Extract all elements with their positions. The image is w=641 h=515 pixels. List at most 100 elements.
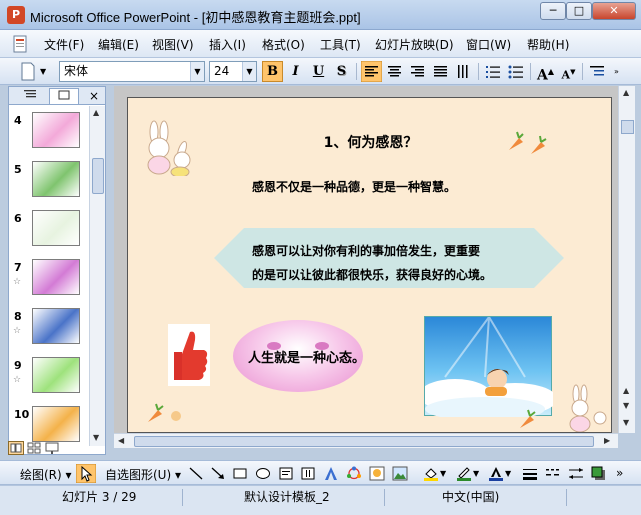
slide-title[interactable]: 1、何为感恩？ (128, 132, 611, 152)
slide-thumbnail[interactable] (32, 357, 80, 393)
slide-thumbnail-row[interactable]: 8 ☆ (9, 308, 89, 354)
scroll-thumb[interactable] (134, 436, 594, 447)
chevron-down-icon[interactable]: ▼ (440, 469, 446, 478)
bullet-list-icon[interactable] (506, 61, 527, 82)
scroll-up-icon[interactable]: ▲ (93, 108, 99, 117)
menu-file[interactable]: 文件(F) (44, 36, 84, 53)
slide-thumbnail[interactable] (32, 406, 80, 442)
draw-menu-button[interactable]: 绘图(R) ▾ (20, 466, 72, 483)
italic-button[interactable]: I (285, 61, 306, 82)
oval-text[interactable]: 人生就是一种心态。 (248, 347, 365, 366)
bold-button[interactable]: B (262, 61, 283, 82)
slide-horizontal-scrollbar[interactable]: ◀ ▶ (114, 433, 618, 448)
slide-thumbnail-row[interactable]: 6 (9, 210, 89, 256)
insert-picture-icon[interactable] (392, 466, 408, 481)
normal-view-icon[interactable] (8, 441, 24, 455)
font-color-icon[interactable] (488, 466, 504, 481)
underline-button[interactable]: U (308, 61, 329, 82)
scroll-down-icon[interactable]: ▼ (623, 418, 629, 427)
font-size-select[interactable]: 24 ▼ (209, 61, 257, 82)
slide-text-line[interactable]: 感恩可以让对你有利的事加倍发生，更重要 (252, 242, 480, 259)
line-tool-icon[interactable] (188, 466, 204, 481)
rectangle-tool-icon[interactable] (232, 466, 248, 481)
slide-thumbnail-row[interactable]: 9 ☆ (9, 357, 89, 403)
wordart-icon[interactable] (323, 466, 339, 481)
document-icon[interactable] (13, 35, 27, 53)
scroll-thumb[interactable] (92, 158, 104, 194)
slide-thumbnail-row[interactable]: 5 (9, 161, 89, 207)
chevron-down-icon[interactable]: ▼ (40, 61, 50, 82)
shrink-font-button[interactable]: A▼ (558, 61, 579, 82)
next-slide-icon[interactable]: ▼ (623, 401, 629, 410)
menu-tools[interactable]: 工具(T) (320, 36, 361, 53)
title-bar: P Microsoft Office PowerPoint - [初中感恩教育主… (0, 0, 641, 30)
chevron-down-icon[interactable]: ▼ (505, 469, 511, 478)
toolbar-options-icon[interactable]: » (614, 61, 624, 82)
shadow-button[interactable]: S (331, 61, 352, 82)
slide-text-line[interactable]: 的是可以让彼此都很快乐，获得良好的心境。 (252, 266, 492, 283)
grow-font-label: A (536, 67, 548, 84)
scroll-right-icon[interactable]: ▶ (604, 436, 610, 445)
oval-tool-icon[interactable] (255, 466, 271, 481)
slides-tab[interactable] (49, 88, 79, 104)
scroll-up-icon[interactable]: ▲ (623, 88, 629, 97)
slide-thumbnail[interactable] (32, 259, 80, 295)
text-box-icon[interactable] (278, 466, 294, 481)
slide-vertical-scrollbar[interactable]: ▲ ▲ ▼ ▼ (618, 86, 635, 433)
arrow-style-icon[interactable] (568, 466, 584, 481)
grow-font-button[interactable]: A▲ (535, 61, 556, 84)
slide-thumbnail[interactable] (32, 308, 80, 344)
chevron-down-icon[interactable]: ▼ (473, 469, 479, 478)
numbered-list-icon[interactable] (483, 61, 504, 82)
fill-color-icon[interactable] (423, 466, 439, 481)
align-right-icon[interactable] (407, 61, 428, 82)
slide-thumbnail[interactable] (32, 161, 80, 197)
dash-style-icon[interactable] (545, 466, 561, 481)
line-style-icon[interactable] (522, 466, 538, 481)
menu-format[interactable]: 格式(O) (262, 36, 305, 53)
scroll-thumb[interactable] (621, 120, 634, 134)
slide-thumbnail-row[interactable]: 4 (9, 112, 89, 158)
toolbar-options-icon[interactable]: » (616, 466, 623, 480)
chevron-down-icon[interactable]: ▼ (190, 62, 204, 81)
new-file-icon[interactable] (18, 61, 38, 82)
menu-insert[interactable]: 插入(I) (209, 36, 246, 53)
maximize-button[interactable]: □ (566, 2, 592, 20)
chevron-down-icon[interactable]: ▼ (242, 62, 256, 81)
align-left-icon[interactable] (361, 61, 382, 82)
previous-slide-icon[interactable]: ▲ (623, 386, 629, 395)
vertical-text-icon[interactable] (453, 61, 474, 82)
slide-thumbnail-row[interactable]: 10 (9, 406, 89, 446)
slide-sorter-icon[interactable] (26, 441, 42, 455)
slide-thumbnail[interactable] (32, 210, 80, 246)
select-pointer-icon[interactable] (76, 464, 96, 483)
slide-text-line[interactable]: 感恩不仅是一种品德，更是一种智慧。 (252, 178, 456, 195)
menu-edit[interactable]: 编辑(E) (98, 36, 139, 53)
autoshapes-menu-button[interactable]: 自选图形(U) ▾ (105, 466, 181, 483)
slide-thumbnail[interactable] (32, 112, 80, 148)
scroll-left-icon[interactable]: ◀ (118, 436, 124, 445)
slide-thumbnail-row[interactable]: 7 ☆ (9, 259, 89, 305)
outline-indent-icon[interactable] (587, 61, 608, 82)
shadow-style-icon[interactable] (591, 466, 607, 481)
powerpoint-icon[interactable]: P (7, 6, 25, 24)
panel-scrollbar[interactable]: ▲ ▼ (89, 106, 105, 446)
current-slide[interactable]: 1、何为感恩？ 感恩不仅是一种品德，更是一种智慧。 感恩可以让对你有利的事加倍发… (127, 97, 612, 433)
arrow-tool-icon[interactable] (210, 466, 226, 481)
menu-window[interactable]: 窗口(W) (466, 36, 511, 53)
outline-tab[interactable] (15, 88, 45, 104)
font-name-select[interactable]: 宋体 ▼ (59, 61, 205, 82)
distributed-align-icon[interactable] (430, 61, 451, 82)
menu-help[interactable]: 帮助(H) (527, 36, 569, 53)
close-button[interactable]: ✕ (592, 2, 636, 20)
diagram-icon[interactable] (346, 466, 362, 481)
slideshow-icon[interactable] (44, 441, 60, 455)
clip-art-icon[interactable] (369, 466, 385, 481)
align-center-icon[interactable] (384, 61, 405, 82)
minimize-button[interactable]: ─ (540, 2, 566, 20)
line-color-icon[interactable] (456, 466, 472, 481)
menu-slideshow[interactable]: 幻灯片放映(D) (375, 36, 454, 53)
vertical-text-box-icon[interactable] (300, 466, 316, 481)
close-icon[interactable]: × (89, 88, 99, 104)
menu-view[interactable]: 视图(V) (152, 36, 194, 53)
